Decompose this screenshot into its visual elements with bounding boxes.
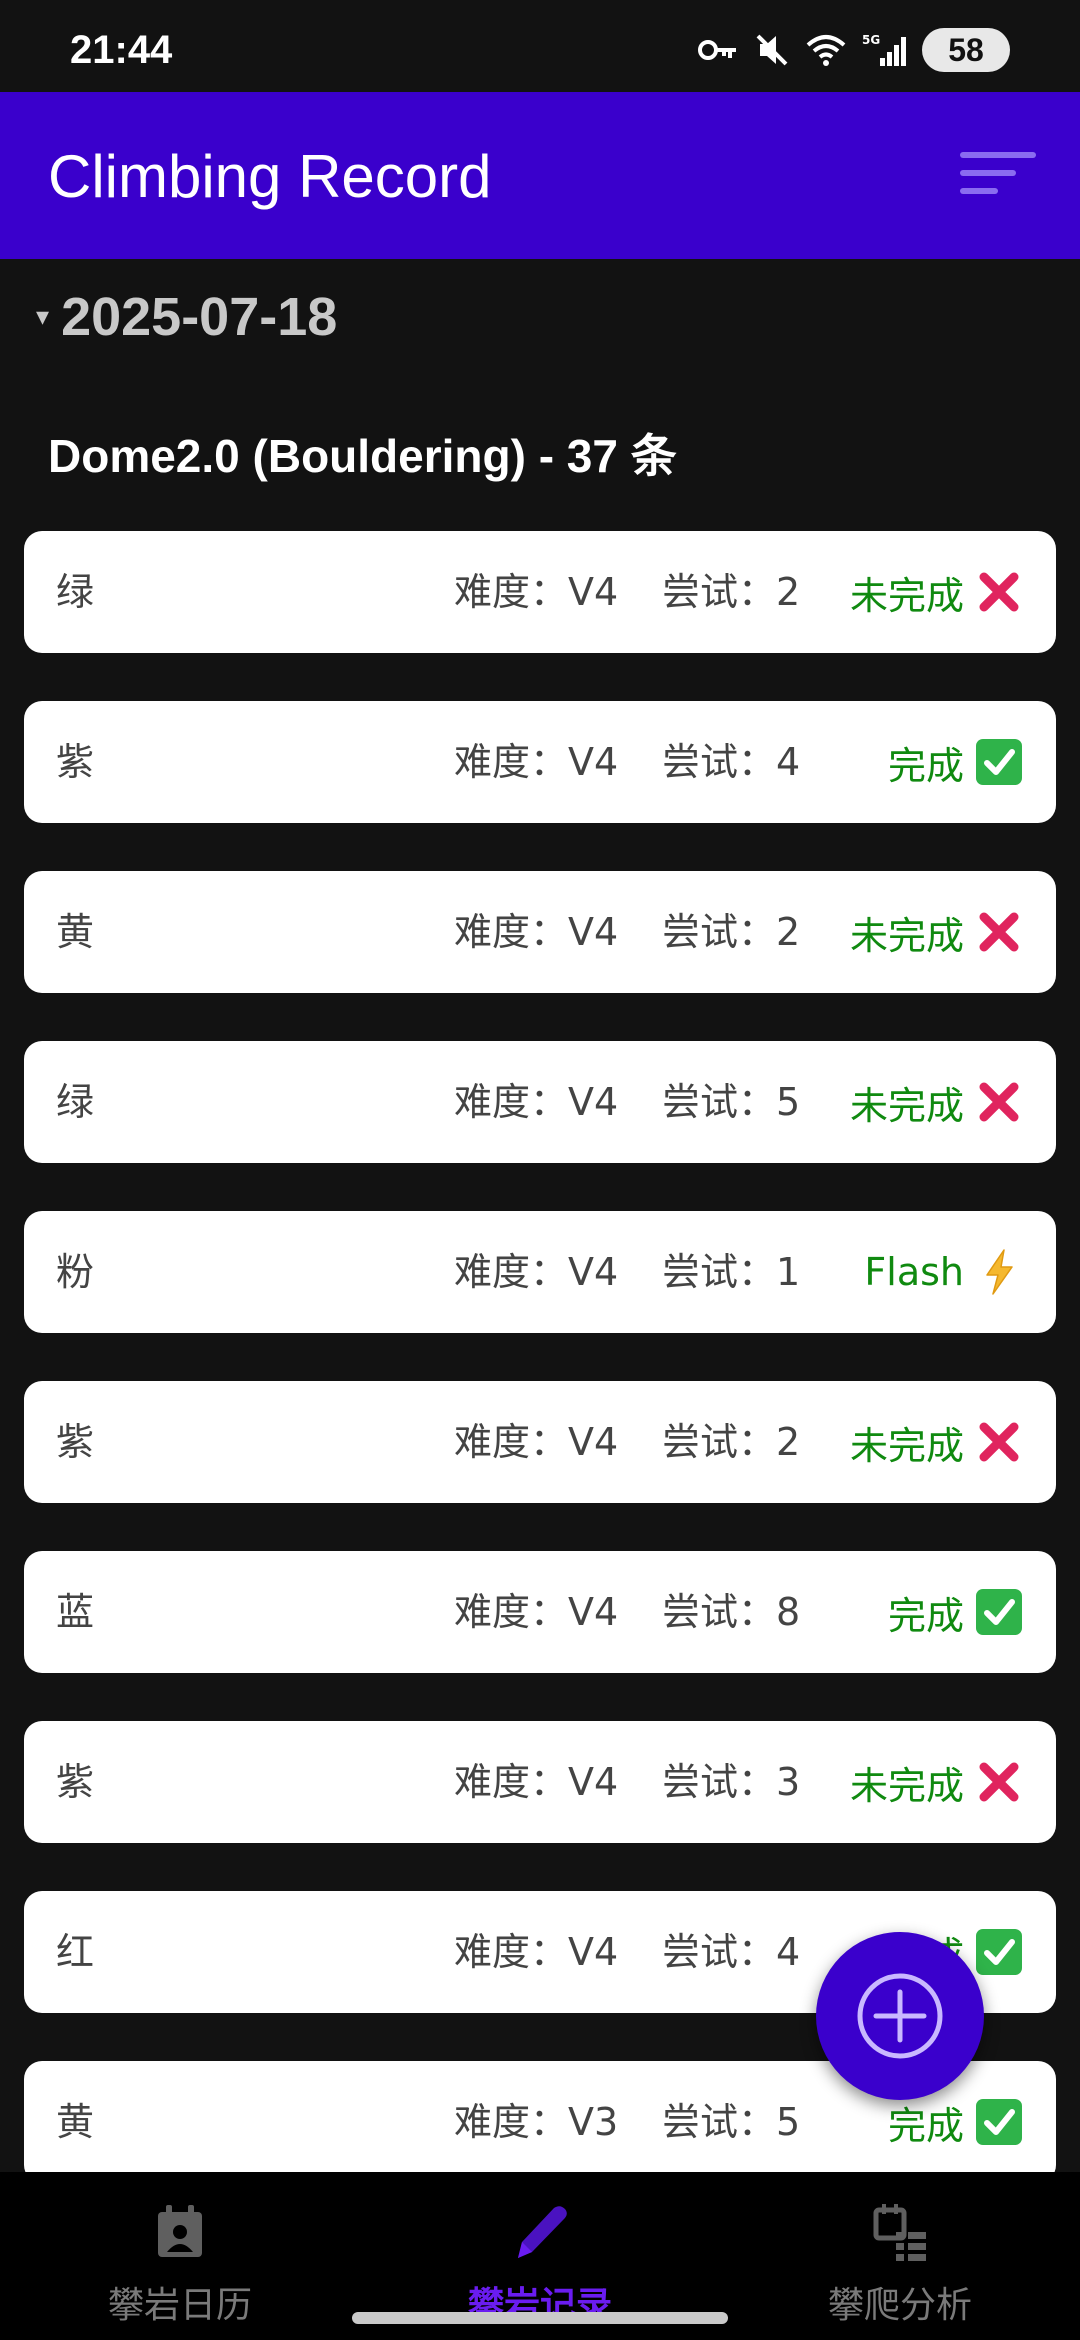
collapse-arrow-icon: ▾ [36,302,50,332]
record-attempts: 尝试：1 [662,1250,801,1294]
record-card[interactable]: 蓝 难度：V4 尝试：8 完成 [24,1551,1056,1673]
vpn-key-icon [698,36,738,64]
record-attempts: 尝试：4 [662,740,801,784]
record-color: 蓝 [56,1590,95,1634]
record-status-text: 完成 [887,2103,964,2148]
record-color: 紫 [56,1420,95,1464]
check-mark-icon [976,2099,1022,2145]
status-time: 21:44 [70,28,173,72]
add-circle-icon [857,1973,943,2059]
sort-button[interactable] [956,142,1042,212]
record-color: 黄 [56,2100,95,2144]
cross-mark-icon [976,1079,1022,1125]
record-card[interactable]: 粉 难度：V4 尝试：1 Flash [24,1211,1056,1333]
svg-text:5G: 5G [862,33,880,47]
signal-5g-icon: 5G [862,32,906,68]
record-difficulty: 难度：V4 [454,1590,619,1634]
record-status: 未完成 [850,531,1022,653]
status-icons: 5G 58 [698,24,1010,76]
record-card[interactable]: 紫 难度：V4 尝试：4 完成 [24,701,1056,823]
record-status-text: 未完成 [849,1763,964,1808]
analysis-icon [873,2204,926,2261]
record-color: 绿 [56,570,95,614]
record-status-text: 未完成 [849,913,964,958]
pencil-icon [518,2206,567,2258]
wifi-icon [806,33,846,67]
record-status-text: 完成 [887,743,964,788]
record-status-text: 未完成 [849,1423,964,1468]
status-bar: 21:44 5G 58 [0,0,1080,92]
date-label: 2025-07-18 [61,287,338,347]
record-color: 粉 [56,1250,95,1294]
record-status: 未完成 [850,871,1022,993]
record-color: 绿 [56,1080,95,1124]
record-color: 紫 [56,1760,95,1804]
cross-mark-icon [976,569,1022,615]
cross-mark-icon [976,1419,1022,1465]
record-difficulty: 难度：V4 [454,1420,619,1464]
record-attempts: 尝试：4 [662,1930,801,1974]
record-difficulty: 难度：V4 [454,1760,619,1804]
record-attempts: 尝试：2 [662,570,801,614]
record-status: 完成 [888,701,1022,823]
battery-indicator: 58 [922,28,1010,72]
nav-label-analysis: 攀爬分析 [827,2285,972,2326]
nav-item-calendar[interactable]: 攀岩日历 [0,2172,360,2340]
record-difficulty: 难度：V4 [454,570,619,614]
record-status: 未完成 [850,1381,1022,1503]
record-status: 完成 [888,1551,1022,1673]
nav-label-calendar: 攀岩日历 [107,2285,252,2326]
record-difficulty: 难度：V4 [454,1930,619,1974]
gym-section-title: Dome2.0 (Bouldering) - 37 条 [48,430,677,482]
app-title: Climbing Record [48,143,492,210]
cross-mark-icon [976,909,1022,955]
record-attempts: 尝试：5 [662,1080,801,1124]
record-status-text: 完成 [887,1593,964,1638]
nav-item-analysis[interactable]: 攀爬分析 [720,2172,1080,2340]
record-status: 未完成 [850,1721,1022,1843]
cross-mark-icon [976,1759,1022,1805]
record-status-text: 未完成 [849,573,964,618]
record-attempts: 尝试：2 [662,1420,801,1464]
record-attempts: 尝试：8 [662,1590,801,1634]
check-mark-icon [976,1589,1022,1635]
sort-icon [960,152,1036,194]
record-attempts: 尝试：3 [662,1760,801,1804]
record-status: 未完成 [850,1041,1022,1163]
mute-icon [754,32,790,68]
record-card[interactable]: 紫 难度：V4 尝试：3 未完成 [24,1721,1056,1843]
record-color: 紫 [56,740,95,784]
record-color: 红 [56,1930,95,1974]
record-card[interactable]: 紫 难度：V4 尝试：2 未完成 [24,1381,1056,1503]
record-difficulty: 难度：V4 [454,1250,619,1294]
lightning-icon [976,1249,1022,1295]
date-group-header[interactable]: ▾ 2025-07-18 [36,286,337,348]
record-status-text: Flash [864,1250,964,1294]
record-status: Flash [864,1211,1022,1333]
record-card[interactable]: 绿 难度：V4 尝试：2 未完成 [24,531,1056,653]
record-attempts: 尝试：5 [662,2100,801,2144]
record-card[interactable]: 绿 难度：V4 尝试：5 未完成 [24,1041,1056,1163]
record-difficulty: 难度：V4 [454,740,619,784]
record-difficulty: 难度：V4 [454,1080,619,1124]
record-status-text: 未完成 [849,1083,964,1128]
calendar-icon [158,2205,202,2257]
app-bar: Climbing Record [0,92,1080,259]
record-color: 黄 [56,910,95,954]
record-card[interactable]: 黄 难度：V4 尝试：2 未完成 [24,871,1056,993]
record-difficulty: 难度：V3 [454,2100,619,2144]
record-difficulty: 难度：V4 [454,910,619,954]
check-mark-icon [976,1929,1022,1975]
check-mark-icon [976,739,1022,785]
home-indicator[interactable] [352,2312,728,2324]
add-record-button[interactable] [816,1932,984,2100]
record-attempts: 尝试：2 [662,910,801,954]
